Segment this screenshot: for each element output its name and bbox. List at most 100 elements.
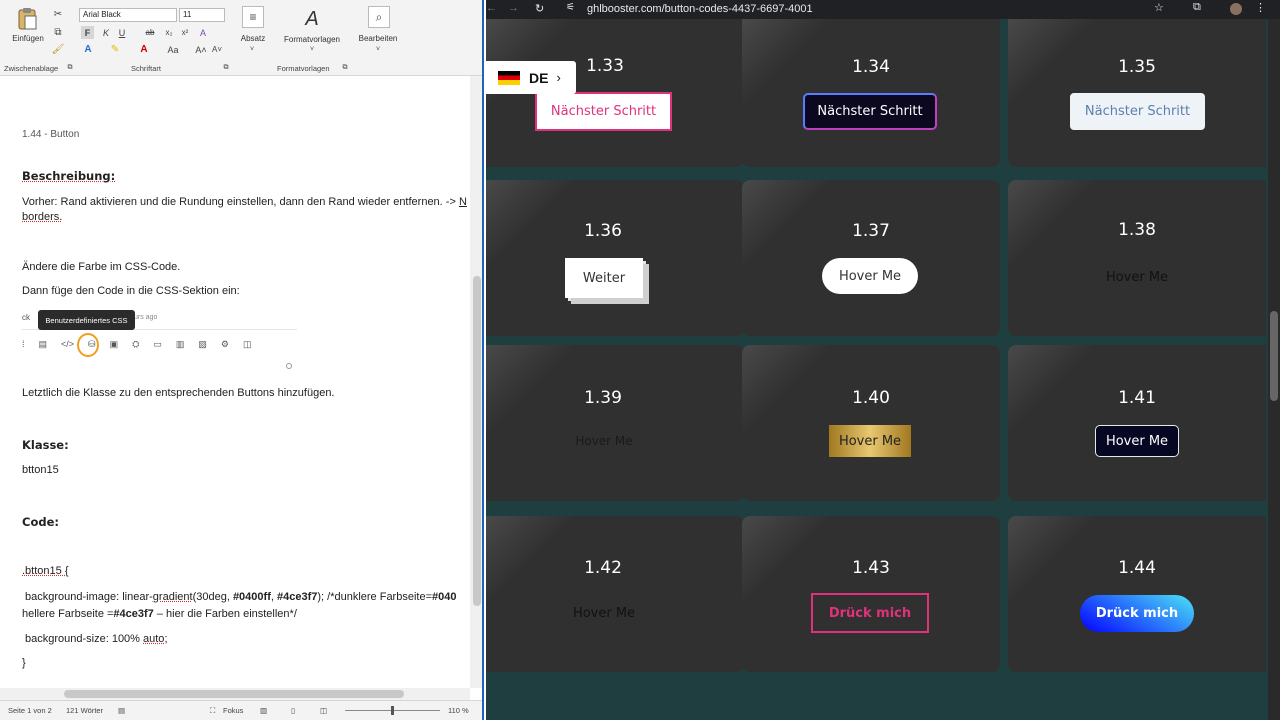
doc-subheading: 1.44 - Button (22, 129, 80, 140)
format-painter-icon[interactable]: 🖌 (52, 43, 65, 55)
url-text[interactable]: ghlbooster.com/button-codes-4437-6697-40… (587, 3, 813, 15)
web-layout-icon[interactable]: ◫ (320, 706, 327, 715)
next-step-button[interactable]: Nächster Schritt (803, 93, 937, 130)
button-card: 1.44 Drück mich (1008, 516, 1266, 672)
change-case-icon[interactable]: Aa (164, 43, 182, 56)
card-number: 1.39 (584, 388, 622, 408)
avatar[interactable] (1230, 3, 1242, 15)
forward-icon[interactable]: → (508, 2, 519, 14)
paragraph-icon[interactable]: ≡ (242, 6, 264, 28)
button-card: 1.39 Hover Me (486, 345, 744, 501)
address-bar: ← → ↻ ⚟ ghlbooster.com/button-codes-4437… (486, 0, 1280, 19)
horizontal-scrollbar[interactable] (0, 688, 470, 700)
superscript-icon[interactable]: x² (179, 26, 191, 39)
hover-me-button[interactable]: Hover Me (1095, 425, 1179, 457)
focus-button[interactable]: Fokus (223, 706, 243, 715)
styles-dialog-launcher-icon[interactable]: ⧉ (341, 64, 349, 72)
highlight-icon[interactable]: ✎ (108, 43, 122, 56)
edit-button[interactable]: Bearbeiten (353, 32, 403, 44)
grow-font-icon[interactable]: A˄ (195, 43, 207, 56)
hover-me-button[interactable]: Hover Me (556, 424, 652, 458)
dialog-launcher-icon[interactable]: ⧉ (66, 64, 74, 72)
cut-icon[interactable]: ✂ (52, 8, 64, 20)
card-number: 1.37 (852, 221, 890, 241)
class-heading: Klasse: (22, 438, 69, 452)
code-line-2: background-image: linear-gradient(30deg,… (25, 591, 457, 603)
chevron-down-icon[interactable]: ˅ (248, 45, 256, 53)
page-count[interactable]: Seite 1 von 2 (8, 706, 52, 715)
styles-group-label: Formatvorlagen (277, 64, 330, 73)
radio-icon (286, 363, 292, 369)
shrink-font-icon[interactable]: A˅ (211, 43, 223, 56)
card-number: 1.35 (1118, 57, 1156, 77)
hover-me-button[interactable]: Hover Me (556, 596, 652, 630)
hscroll-thumb[interactable] (64, 690, 404, 698)
paste-button[interactable]: Einfügen (8, 32, 48, 44)
font-dialog-launcher-icon[interactable]: ⧉ (222, 64, 230, 72)
description-line-1: Vorher: Rand aktivieren und die Rundung … (22, 196, 467, 208)
next-step-button[interactable]: Nächster Schritt (535, 92, 672, 131)
search-icon[interactable]: ⌕ (368, 6, 390, 28)
bold-button[interactable]: F (81, 26, 94, 39)
group-icon: ⛭ (132, 339, 140, 349)
back-icon[interactable]: ← (486, 2, 497, 14)
button-card: 1.43 Drück mich (742, 516, 1000, 672)
font-color-icon[interactable]: A (137, 43, 151, 56)
paste-icon[interactable] (10, 6, 44, 32)
scroll-thumb[interactable] (473, 276, 481, 606)
strikethrough-icon[interactable]: ab (143, 26, 157, 39)
extensions-icon[interactable]: ⧉ (1193, 1, 1201, 14)
proofing-icon[interactable]: ▤ (118, 706, 125, 715)
description-line-2: borders. (22, 211, 63, 223)
zoom-slider-thumb[interactable] (391, 706, 394, 715)
language-switcher[interactable]: DE › (486, 61, 576, 94)
copy-icon[interactable]: ⧉ (52, 26, 64, 38)
print-layout-icon[interactable]: ▯ (291, 706, 295, 715)
description-link[interactable]: N (459, 196, 467, 208)
vertical-scrollbar[interactable] (470, 76, 482, 688)
text-effects-icon[interactable]: A (81, 43, 95, 56)
button-card: 1.41 Hover Me (1008, 345, 1266, 501)
button-card: 1.40 Hover Me (742, 345, 1000, 501)
class-instruction: Letztlich die Klasse zu den entsprechend… (22, 387, 335, 399)
card-number: 1.36 (584, 221, 622, 241)
bookmark-star-icon[interactable]: ☆ (1154, 1, 1164, 14)
continue-button[interactable]: Weiter (565, 258, 643, 298)
screenshot-time: urs ago (134, 314, 158, 321)
subscript-icon[interactable]: x₂ (163, 26, 175, 39)
code-line-3: hellere Farbseite =#4ce3f7 – hier die Fa… (22, 608, 297, 620)
read-mode-icon[interactable]: ▥ (260, 706, 267, 715)
underline-button[interactable]: U (116, 26, 128, 39)
chevron-right-icon: › (556, 70, 561, 85)
hover-me-button[interactable]: Hover Me (822, 258, 918, 294)
focus-icon[interactable]: ⛶ (210, 706, 215, 716)
document-page[interactable]: 1.44 - Button Beschreibung: Vorher: Rand… (0, 76, 470, 688)
font-name-select[interactable]: Arial Black (79, 8, 177, 22)
menu-icon[interactable]: ⋮ (1255, 1, 1266, 14)
chevron-down-icon[interactable]: ˅ (374, 45, 382, 53)
class-value: btton15 (22, 464, 59, 476)
reload-icon[interactable]: ↻ (535, 2, 544, 15)
site-info-icon[interactable]: ⚟ (566, 2, 575, 13)
german-flag-icon (498, 70, 520, 85)
page-content: 1.33 Nächster Schritt 1.34 Nächster Schr… (486, 19, 1280, 720)
zoom-level[interactable]: 110 % (448, 706, 469, 715)
press-me-button[interactable]: Drück mich (1080, 595, 1194, 632)
hover-me-button[interactable]: Hover Me (1078, 260, 1196, 294)
hover-me-button[interactable]: Hover Me (829, 425, 911, 457)
paragraph-button[interactable]: Absatz (234, 32, 272, 44)
font-size-select[interactable]: 11 (179, 8, 225, 22)
press-me-button[interactable]: Drück mich (811, 593, 929, 633)
word-window: Einfügen ✂ ⧉ 🖌 Zwischenablage ⧉ Arial Bl… (0, 0, 484, 720)
next-step-button[interactable]: Nächster Schritt (1070, 93, 1205, 130)
chevron-down-icon[interactable]: ˅ (308, 45, 316, 53)
styles-icon[interactable]: A (298, 6, 326, 32)
italic-button[interactable]: K (100, 26, 112, 39)
page-scrollbar[interactable] (1268, 19, 1280, 720)
button-card: 1.35 Nächster Schritt (1008, 19, 1266, 167)
card-number: 1.38 (1118, 220, 1156, 240)
clear-formatting-icon[interactable]: A (197, 26, 209, 39)
styles-button[interactable]: Formatvorlagen (276, 33, 348, 45)
word-count[interactable]: 121 Wörter (66, 706, 103, 715)
page-scroll-thumb[interactable] (1270, 311, 1278, 401)
